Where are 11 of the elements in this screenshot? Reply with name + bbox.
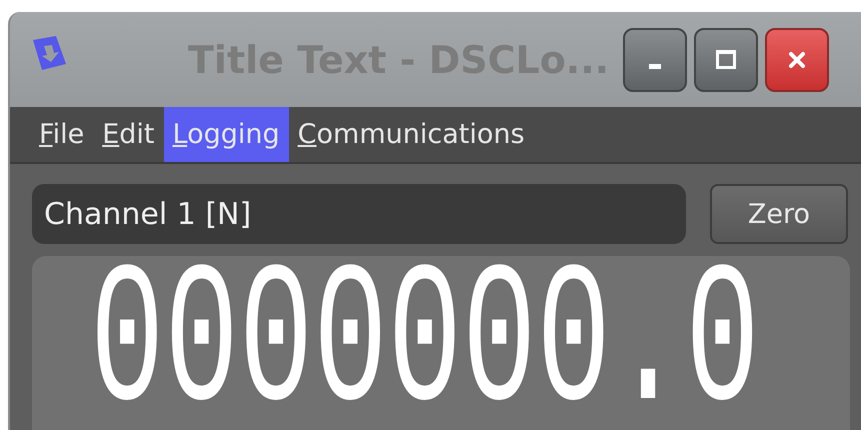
close-button[interactable] [765, 28, 830, 92]
maximize-button[interactable] [694, 28, 758, 92]
menu-item[interactable]: Edit [93, 107, 164, 162]
digital-readout: 0000000.0 [90, 256, 760, 430]
close-icon [787, 50, 808, 70]
menu-item[interactable]: Logging [164, 107, 289, 162]
menu-item[interactable]: Communications [288, 107, 534, 162]
menu-item[interactable]: File [30, 107, 94, 162]
minimize-button[interactable] [623, 28, 688, 92]
channel-field[interactable]: Channel 1 [N] [32, 184, 686, 244]
zero-button[interactable]: Zero [710, 184, 848, 244]
